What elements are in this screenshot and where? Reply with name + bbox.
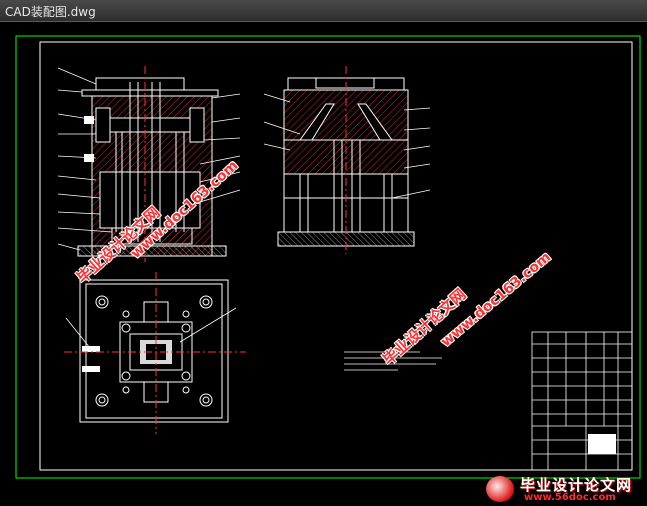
side-section-view [277,66,415,254]
window-title: CAD装配图.dwg [5,5,96,19]
title-block [531,331,633,471]
site-logo: 毕业设计论文网 www.56doc.com [484,474,644,506]
plan-view [64,272,246,434]
title-block-fill [588,434,616,454]
globe-icon [486,476,514,502]
cad-drawing-canvas[interactable]: 毕业设计论文网 www.doc163.com 毕业设计论文网 www.doc16… [0,22,647,503]
window-titlebar: CAD装配图.dwg [0,0,647,22]
logo-url: www.56doc.com [524,492,616,503]
